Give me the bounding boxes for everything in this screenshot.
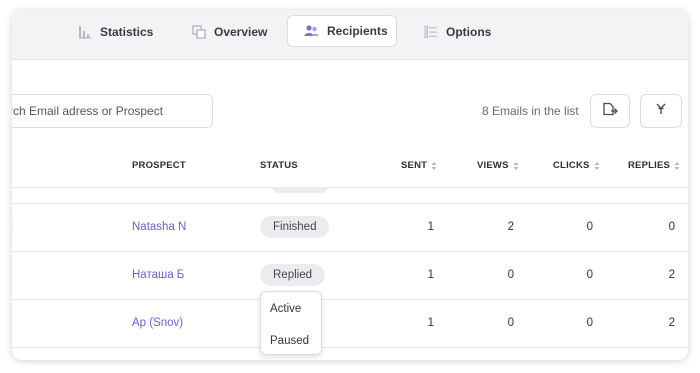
column-header-clicks[interactable]: CLICKS (553, 160, 600, 171)
table-row[interactable]: Ap (Snov) 1 0 0 2 (12, 300, 688, 347)
sent-count: 1 (427, 269, 434, 281)
tab-bar: Statistics Overview Recipients Options (12, 10, 688, 60)
search-input[interactable] (12, 104, 212, 118)
sent-count: 1 (427, 221, 434, 233)
clicks-count: 0 (586, 221, 593, 233)
views-count: 2 (507, 221, 514, 233)
users-icon (304, 24, 319, 38)
tab-options-label: Options (446, 25, 492, 39)
table-row[interactable]: Наташа Б Replied 1 0 0 2 (12, 252, 688, 299)
sort-icon[interactable] (513, 161, 519, 171)
replies-count: 2 (668, 317, 675, 329)
tab-recipients-label: Recipients (327, 24, 388, 38)
tab-statistics[interactable]: Statistics (78, 16, 153, 48)
overview-icon (192, 25, 206, 39)
scrolled-status-pill (272, 187, 328, 193)
export-button[interactable] (590, 94, 630, 128)
status-option-paused[interactable]: Paused (270, 335, 309, 347)
tab-statistics-label: Statistics (100, 25, 154, 39)
prospect-link[interactable]: Natasha N (132, 221, 186, 233)
sort-icon[interactable] (431, 161, 437, 171)
prospect-link[interactable]: Наташа Б (132, 269, 184, 281)
tab-recipients[interactable]: Recipients (287, 15, 397, 47)
search-box[interactable] (12, 94, 213, 128)
column-header-prospect[interactable]: PROSPECT (132, 160, 186, 171)
header-divider (12, 187, 688, 188)
tab-options[interactable]: Options (424, 16, 491, 48)
views-count: 0 (507, 317, 514, 329)
filter-button[interactable] (640, 94, 682, 128)
replies-count: 0 (668, 221, 675, 233)
prospect-link[interactable]: Ap (Snov) (132, 317, 183, 329)
sent-count: 1 (427, 317, 434, 329)
row-email-cut[interactable]: ı (12, 221, 13, 233)
column-header-views[interactable]: VIEWS (477, 160, 519, 171)
replies-count: 2 (668, 269, 675, 281)
status-badge[interactable]: Replied (260, 264, 325, 286)
status-option-active[interactable]: Active (270, 303, 301, 315)
tab-overview-label: Overview (214, 25, 268, 39)
views-count: 0 (507, 269, 514, 281)
tab-overview[interactable]: Overview (192, 16, 267, 48)
column-header-sent[interactable]: SENT (401, 160, 437, 171)
status-badge[interactable]: Finished (260, 216, 330, 238)
sort-icon[interactable] (594, 161, 600, 171)
campaign-card: Statistics Overview Recipients Options 8… (12, 10, 688, 360)
export-icon (602, 102, 618, 121)
list-icon (424, 25, 438, 39)
sort-icon[interactable] (674, 161, 680, 171)
row-divider (12, 347, 688, 348)
table-row[interactable]: ı Natasha N Finished 1 2 0 0 (12, 204, 688, 251)
column-header-status[interactable]: STATUS (260, 160, 298, 171)
list-count: 8 Emails in the list (482, 104, 579, 118)
bar-chart-icon (78, 25, 92, 39)
status-dropdown[interactable]: Active Paused (260, 291, 322, 355)
clicks-count: 0 (586, 317, 593, 329)
clicks-count: 0 (586, 269, 593, 281)
column-header-replies[interactable]: REPLIES (628, 160, 680, 171)
filter-icon (654, 102, 668, 121)
